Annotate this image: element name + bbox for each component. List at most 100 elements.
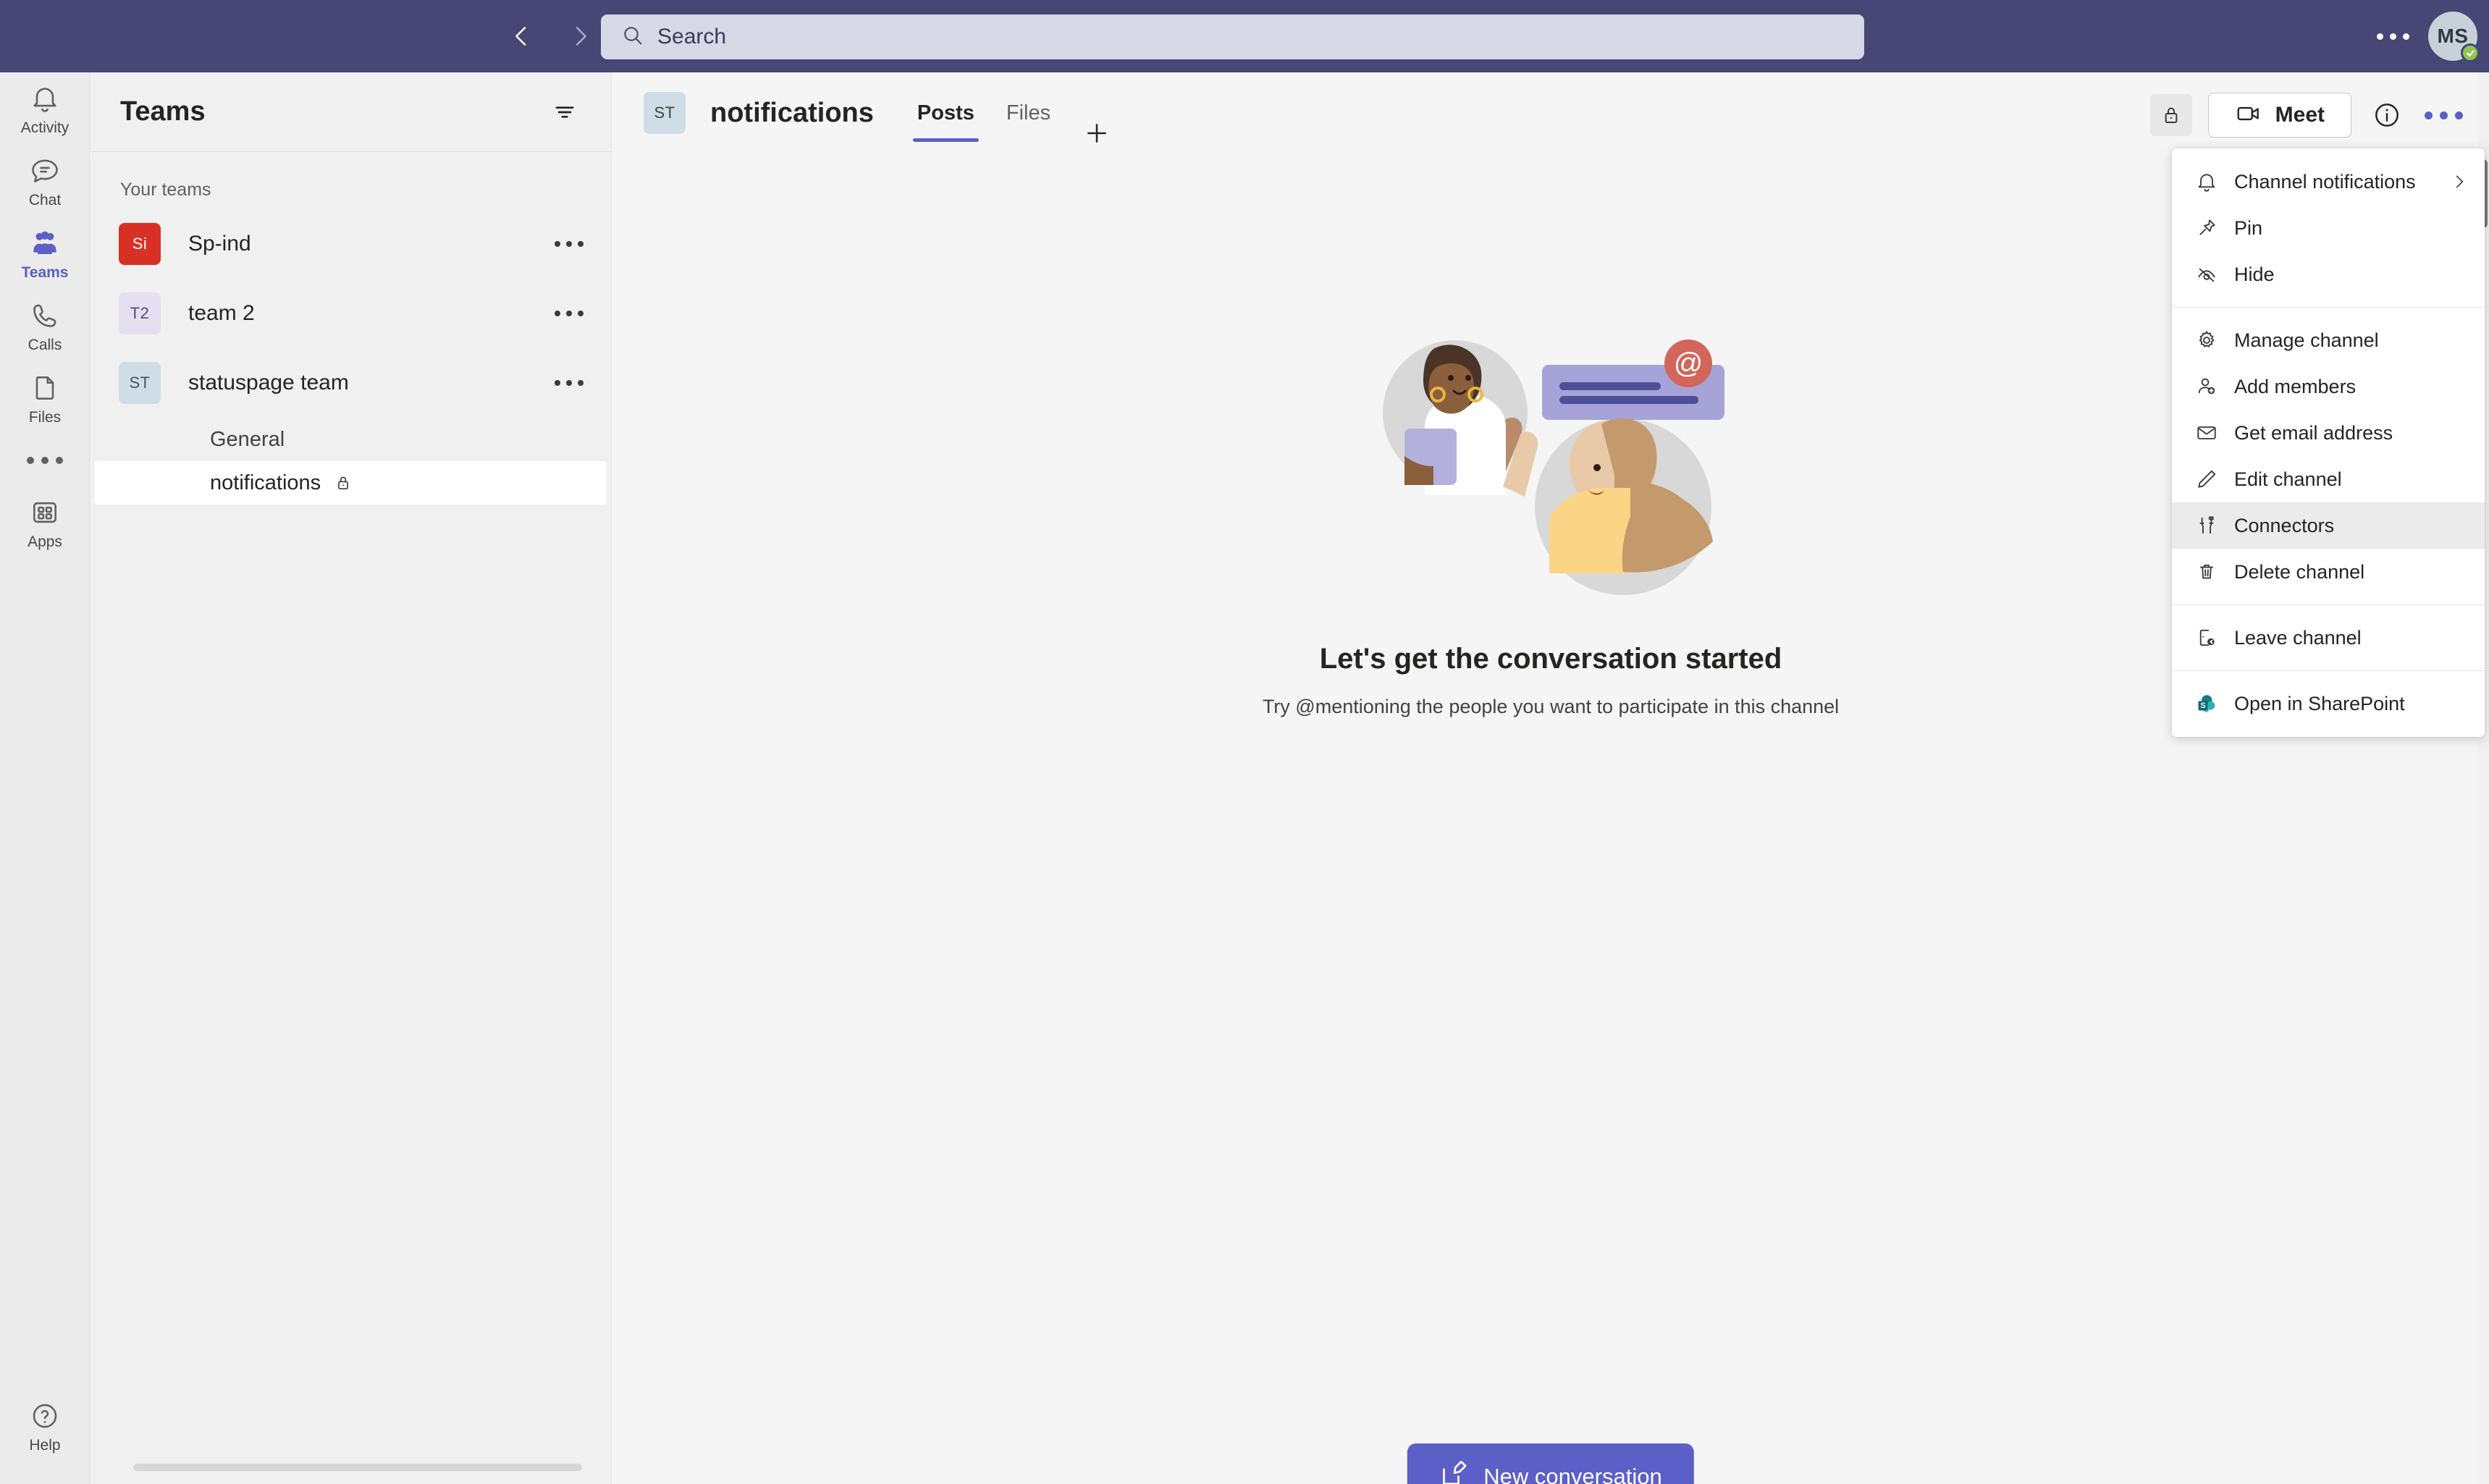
channel-tabs: Posts Files: [901, 72, 1117, 153]
app-rail: Activity Chat Teams Calls Files Apps Hel…: [0, 72, 90, 1484]
meet-button[interactable]: Meet: [2207, 93, 2351, 138]
top-bar: Search MS: [0, 0, 2489, 72]
new-conversation-button[interactable]: New conversation: [1407, 1443, 1694, 1484]
tab-posts[interactable]: Posts: [901, 72, 990, 153]
eye-off-icon: [2191, 263, 2223, 286]
page-title: Teams: [120, 96, 206, 127]
chevron-right-icon: [2450, 172, 2469, 191]
menu-label: Get email address: [2234, 421, 2393, 444]
menu-item-edit-channel[interactable]: Edit channel: [2172, 456, 2485, 502]
plug-icon: [2191, 514, 2223, 537]
rail-label-chat: Chat: [28, 191, 62, 208]
channel-more-icon[interactable]: [2422, 101, 2464, 130]
menu-label: Hide: [2234, 263, 2275, 285]
rail-item-chat[interactable]: Chat: [0, 145, 90, 217]
apps-grid-icon: [29, 495, 61, 530]
question-circle-icon: [29, 1399, 61, 1433]
empty-state-title: Let's get the conversation started: [1319, 643, 1782, 675]
menu-item-manage-channel[interactable]: Manage channel: [2172, 317, 2485, 363]
trash-icon: [2191, 560, 2223, 583]
menu-item-open-in-sharepoint[interactable]: S Open in SharePoint: [2172, 680, 2485, 727]
menu-separator: [2172, 604, 2485, 605]
file-icon: [29, 371, 61, 405]
channel-row-notifications[interactable]: notifications: [94, 461, 607, 505]
menu-item-hide[interactable]: Hide: [2172, 251, 2485, 298]
team-name: statuspage team: [188, 371, 349, 395]
menu-label: Pin: [2234, 216, 2263, 239]
two-people-mention-illustration: @: [1363, 311, 1739, 601]
rail-item-files[interactable]: Files: [0, 362, 90, 434]
forward-icon[interactable]: [566, 22, 595, 51]
channel-context-menu: Channel notifications Pin Hide Manage ch…: [2172, 148, 2485, 737]
teams-sidebar: Teams Your teams Si Sp-ind T2 team 2 ST …: [90, 72, 611, 1484]
menu-item-channel-notifications[interactable]: Channel notifications: [2172, 159, 2485, 205]
search-input[interactable]: Search: [601, 14, 1864, 59]
rail-label-apps: Apps: [28, 533, 62, 550]
team-row-sp-ind[interactable]: Si Sp-ind: [90, 209, 611, 279]
search-placeholder: Search: [657, 25, 727, 49]
info-circle-icon[interactable]: [2367, 96, 2406, 135]
add-tab-icon[interactable]: [1077, 113, 1117, 153]
topbar-more-icon[interactable]: [2372, 26, 2413, 46]
menu-label: Add members: [2234, 375, 2357, 397]
bell-icon: [29, 81, 61, 116]
team-avatar: Si: [119, 223, 161, 265]
menu-label: Delete channel: [2234, 560, 2365, 583]
rail-item-activity[interactable]: Activity: [0, 72, 90, 145]
team-avatar: ST: [119, 362, 161, 404]
team-name: Sp-ind: [188, 232, 251, 256]
filter-icon[interactable]: [547, 95, 582, 130]
menu-separator: [2172, 307, 2485, 308]
menu-item-pin[interactable]: Pin: [2172, 205, 2485, 251]
lock-icon[interactable]: [2149, 94, 2192, 136]
exit-icon: [2191, 626, 2223, 649]
phone-icon: [29, 298, 61, 333]
tab-files[interactable]: Files: [990, 72, 1066, 153]
pencil-icon: [2191, 468, 2223, 491]
menu-item-delete-channel[interactable]: Delete channel: [2172, 549, 2485, 595]
menu-label: Leave channel: [2234, 626, 2362, 649]
team-more-icon[interactable]: [549, 299, 589, 328]
rail-label-activity: Activity: [20, 119, 70, 136]
avatar[interactable]: MS: [2428, 12, 2480, 62]
menu-label: Channel notifications: [2234, 170, 2416, 193]
navigation-arrows: [507, 22, 595, 51]
menu-item-get-email-address[interactable]: Get email address: [2172, 410, 2485, 456]
team-avatar: T2: [119, 292, 161, 334]
gear-icon: [2191, 329, 2223, 352]
menu-item-leave-channel[interactable]: Leave channel: [2172, 615, 2485, 661]
channel-name: notifications: [210, 471, 321, 494]
channel-name: General: [210, 427, 285, 451]
pin-icon: [2191, 216, 2223, 240]
rail-item-help[interactable]: Help: [0, 1390, 90, 1462]
team-more-icon[interactable]: [549, 368, 589, 397]
back-icon[interactable]: [507, 22, 536, 51]
new-conversation-label: New conversation: [1483, 1464, 1662, 1484]
rail-item-teams[interactable]: Teams: [0, 217, 90, 290]
channel-title: notifications: [710, 97, 874, 128]
svg-text:@: @: [1674, 347, 1703, 379]
your-teams-label: Your teams: [120, 180, 211, 200]
menu-label: Edit channel: [2234, 468, 2342, 490]
rail-more-icon[interactable]: [0, 434, 90, 486]
team-row-statuspage-team[interactable]: ST statuspage team: [90, 348, 611, 418]
teams-icon: [28, 226, 62, 261]
rail-item-calls[interactable]: Calls: [0, 290, 90, 362]
channel-header-actions: Meet: [2149, 93, 2464, 138]
rail-item-apps[interactable]: Apps: [0, 486, 90, 559]
empty-state-subtitle: Try @mentioning the people you want to p…: [1262, 696, 1840, 717]
meet-label: Meet: [2275, 103, 2325, 127]
compose-pencil-icon: [1439, 1460, 1467, 1484]
team-row-team-2[interactable]: T2 team 2: [90, 279, 611, 348]
sidebar-horizontal-scrollbar[interactable]: [133, 1464, 582, 1471]
team-name: team 2: [188, 301, 255, 325]
menu-item-add-members[interactable]: Add members: [2172, 363, 2485, 410]
channel-header: ST notifications Posts Files Meet: [612, 72, 2489, 153]
menu-item-connectors[interactable]: Connectors: [2172, 502, 2485, 549]
team-more-icon[interactable]: [549, 229, 589, 258]
channel-team-avatar: ST: [644, 92, 686, 134]
svg-text:S: S: [2200, 701, 2206, 710]
menu-separator: [2172, 670, 2485, 671]
chat-icon: [29, 153, 61, 188]
channel-row-general[interactable]: General: [94, 418, 607, 461]
